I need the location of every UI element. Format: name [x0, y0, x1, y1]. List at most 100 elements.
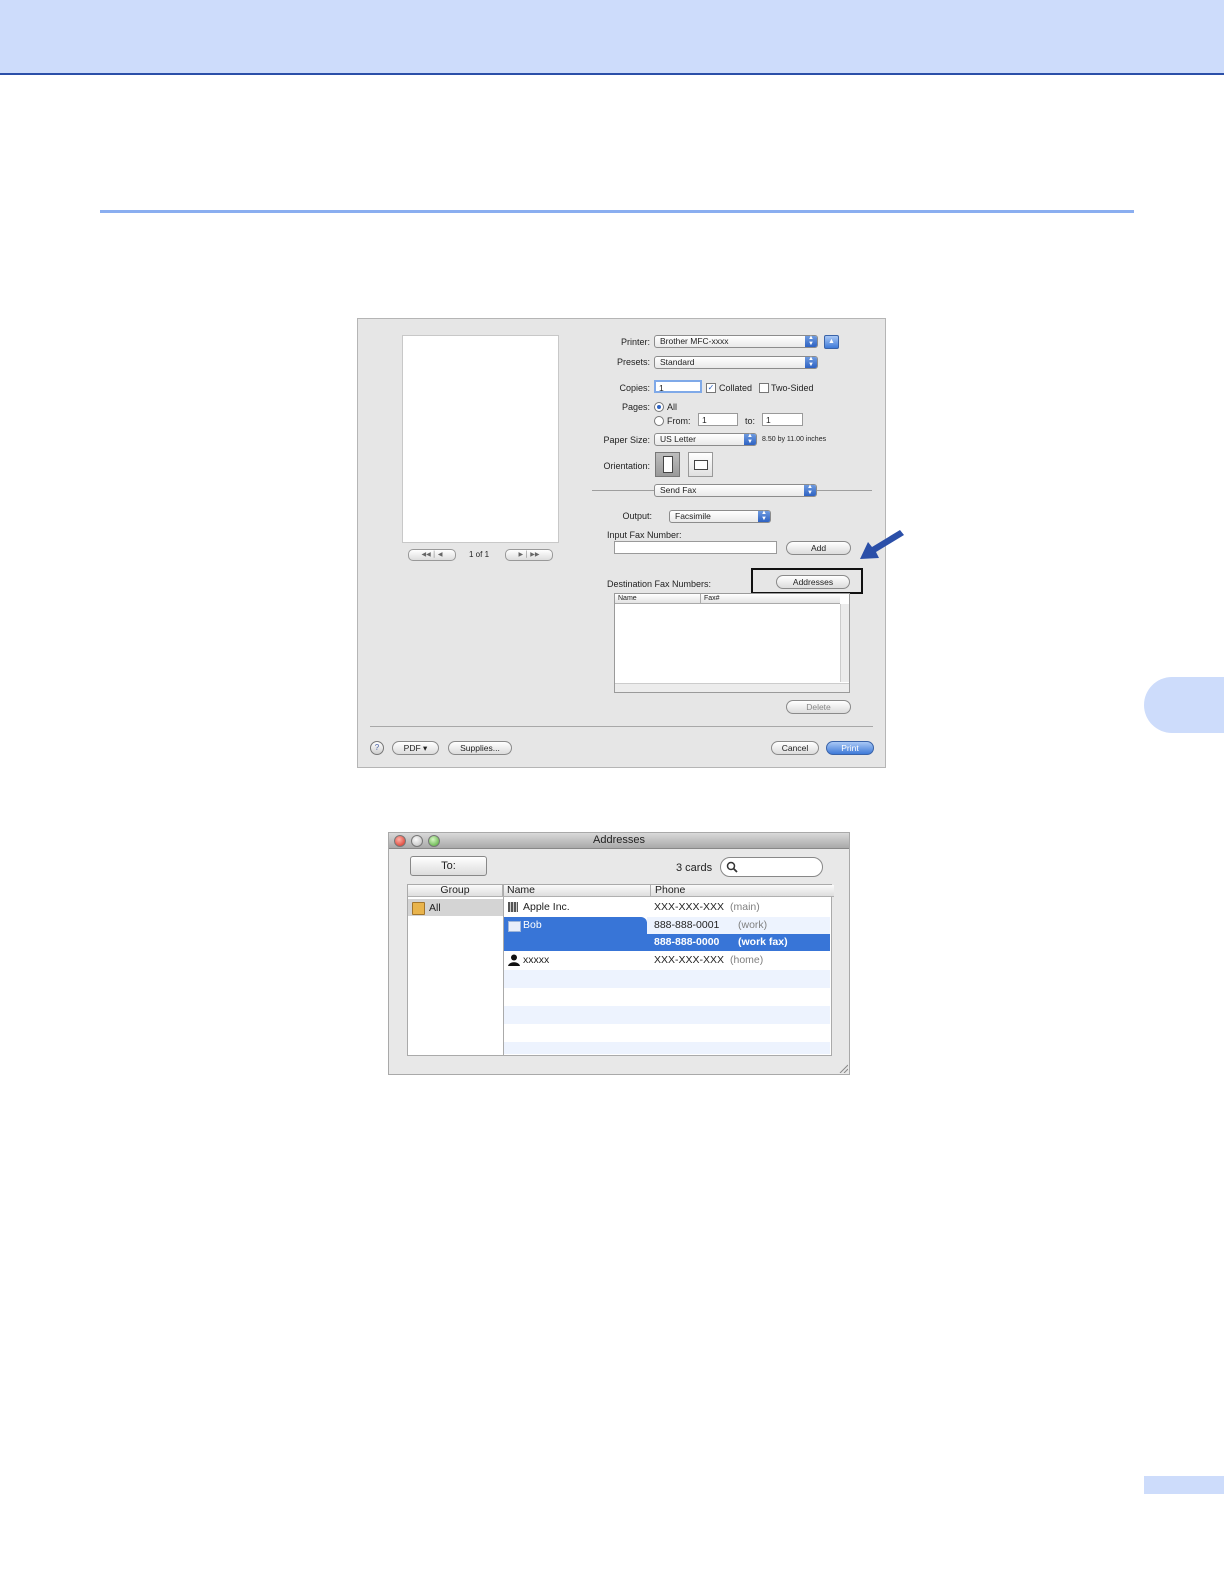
group-pane: Group All: [407, 884, 504, 1056]
paper-size-select[interactable]: US Letter ▲ ▼: [654, 433, 757, 446]
page-preview: [402, 335, 559, 543]
phone-row[interactable]: 888-888-0001 (work): [647, 917, 830, 934]
contact-name: Bob: [523, 919, 542, 931]
two-sided-checkbox[interactable]: [759, 383, 769, 393]
contact-phone: XXX-XXX-XXX: [654, 954, 725, 966]
search-icon: [726, 861, 738, 873]
table-hscrollbar[interactable]: [615, 683, 849, 692]
orientation-label: Orientation:: [603, 461, 650, 471]
destination-table: Name Fax#: [614, 593, 850, 693]
empty-row: [504, 988, 830, 1006]
updown-arrows-icon: ▲ ▼: [805, 356, 817, 368]
panel-select[interactable]: Send Fax ▲ ▼: [654, 484, 817, 497]
updown-arrows-icon: ▲ ▼: [805, 335, 817, 347]
pages-from-label: From:: [667, 416, 691, 426]
preview-first-prev-buttons[interactable]: ◀◀ │ ◀: [408, 549, 456, 561]
portrait-person-icon: [663, 456, 673, 473]
phone-type: (home): [730, 954, 764, 966]
portrait-orientation-button[interactable]: [655, 452, 680, 477]
group-item-label: All: [429, 902, 441, 914]
printer-label: Printer:: [620, 337, 650, 347]
footer-separator: [370, 726, 873, 727]
phone-type: (work): [738, 919, 768, 931]
fax-number-input[interactable]: [614, 541, 777, 554]
pages-to-label: to:: [745, 416, 756, 426]
phone-row-selected[interactable]: 888-888-0000 (work fax): [647, 934, 830, 951]
to-button[interactable]: To:: [410, 856, 487, 876]
two-sided-label: Two-Sided: [771, 383, 814, 393]
print-dialog: ◀◀ │ ◀ 1 of 1 ▶ │ ▶▶ Printer: Brother MF…: [357, 318, 886, 768]
presets-value: Standard: [660, 357, 695, 367]
pdf-button[interactable]: PDF ▾: [392, 741, 439, 755]
pages-from-input[interactable]: 1: [698, 413, 738, 426]
paper-size-value: US Letter: [660, 434, 696, 444]
cards-pane: Name Phone Apple Inc. XXX-XXX-XXX (main)…: [503, 884, 834, 1056]
contact-row[interactable]: Apple Inc. XXX-XXX-XXX (main): [504, 899, 830, 917]
resize-grip-icon[interactable]: [838, 1063, 848, 1073]
supplies-button[interactable]: Supplies...: [448, 741, 512, 755]
table-scrollbar[interactable]: [840, 604, 849, 682]
updown-arrows-icon: ▲ ▼: [744, 433, 756, 445]
header-band: [0, 0, 1224, 75]
paper-dimensions: 8.50 by 11.00 inches: [762, 436, 827, 443]
empty-row: [504, 1024, 830, 1042]
contact-phone: 888-888-0000: [654, 936, 720, 948]
collapse-disclosure-button[interactable]: ▲: [824, 335, 839, 349]
building-icon: [508, 902, 518, 912]
updown-arrows-icon: ▲ ▼: [804, 484, 816, 496]
group-item-all[interactable]: All: [408, 899, 503, 916]
destination-fax-numbers-label: Destination Fax Numbers:: [607, 579, 712, 589]
addresses-window: Addresses To: 3 cards Group All Name Pho…: [388, 832, 850, 1075]
name-column-header[interactable]: Name: [504, 885, 651, 897]
column-header-fax[interactable]: Fax#: [701, 594, 840, 604]
contact-row-selected[interactable]: Bob: [504, 917, 647, 951]
folder-icon: [412, 902, 425, 915]
phone-type: (main): [730, 901, 760, 913]
print-button[interactable]: Print: [826, 741, 874, 755]
contact-phone: XXX-XXX-XXX: [654, 901, 725, 913]
search-field[interactable]: [720, 857, 823, 877]
contact-name: xxxxx: [523, 954, 550, 966]
group-column-header[interactable]: Group: [408, 885, 503, 897]
pages-all-radio[interactable]: [654, 402, 664, 412]
copies-label: Copies:: [619, 383, 650, 393]
column-header-name[interactable]: Name: [615, 594, 701, 604]
contact-phone: 888-888-0001: [654, 919, 720, 931]
empty-row: [504, 970, 830, 988]
printer-select[interactable]: Brother MFC-xxxx ▲ ▼: [654, 335, 818, 348]
person-icon: [508, 954, 520, 966]
copies-input[interactable]: 1: [654, 380, 702, 393]
pages-all-label: All: [667, 402, 678, 412]
collated-checkbox[interactable]: ✓: [706, 383, 716, 393]
empty-row: [504, 1042, 830, 1054]
delete-button[interactable]: Delete: [786, 700, 851, 714]
phone-type: (work fax): [738, 936, 788, 948]
chapter-tab: [1144, 677, 1224, 733]
search-input[interactable]: [739, 860, 821, 874]
cancel-button[interactable]: Cancel: [771, 741, 819, 755]
landscape-orientation-button[interactable]: [688, 452, 713, 477]
updown-arrows-icon: ▲ ▼: [758, 510, 770, 522]
window-titlebar: Addresses: [389, 833, 849, 849]
window-title: Addresses: [593, 834, 645, 846]
pages-range-radio[interactable]: [654, 416, 664, 426]
addresses-button[interactable]: Addresses: [776, 575, 850, 589]
empty-row: [504, 1006, 830, 1024]
contact-row[interactable]: xxxxx XXX-XXX-XXX (home): [504, 952, 830, 970]
preview-next-last-buttons[interactable]: ▶ │ ▶▶: [505, 549, 553, 561]
collated-label: Collated: [719, 383, 753, 393]
pointer-arrow-icon: [860, 530, 904, 559]
output-select[interactable]: Facsimile ▲ ▼: [669, 510, 771, 523]
pages-to-input[interactable]: 1: [762, 413, 803, 426]
page-number-tab: [1144, 1476, 1224, 1494]
add-button[interactable]: Add: [786, 541, 851, 555]
presets-select[interactable]: Standard ▲ ▼: [654, 356, 818, 369]
output-value: Facsimile: [675, 511, 711, 521]
pages-label: Pages:: [621, 402, 650, 412]
input-fax-number-label: Input Fax Number:: [607, 530, 682, 540]
paper-size-label: Paper Size:: [603, 435, 650, 445]
help-icon[interactable]: ?: [370, 741, 384, 755]
phone-column-header[interactable]: Phone: [651, 885, 834, 897]
output-label: Output:: [622, 511, 652, 521]
card-count: 3 cards: [676, 862, 713, 874]
